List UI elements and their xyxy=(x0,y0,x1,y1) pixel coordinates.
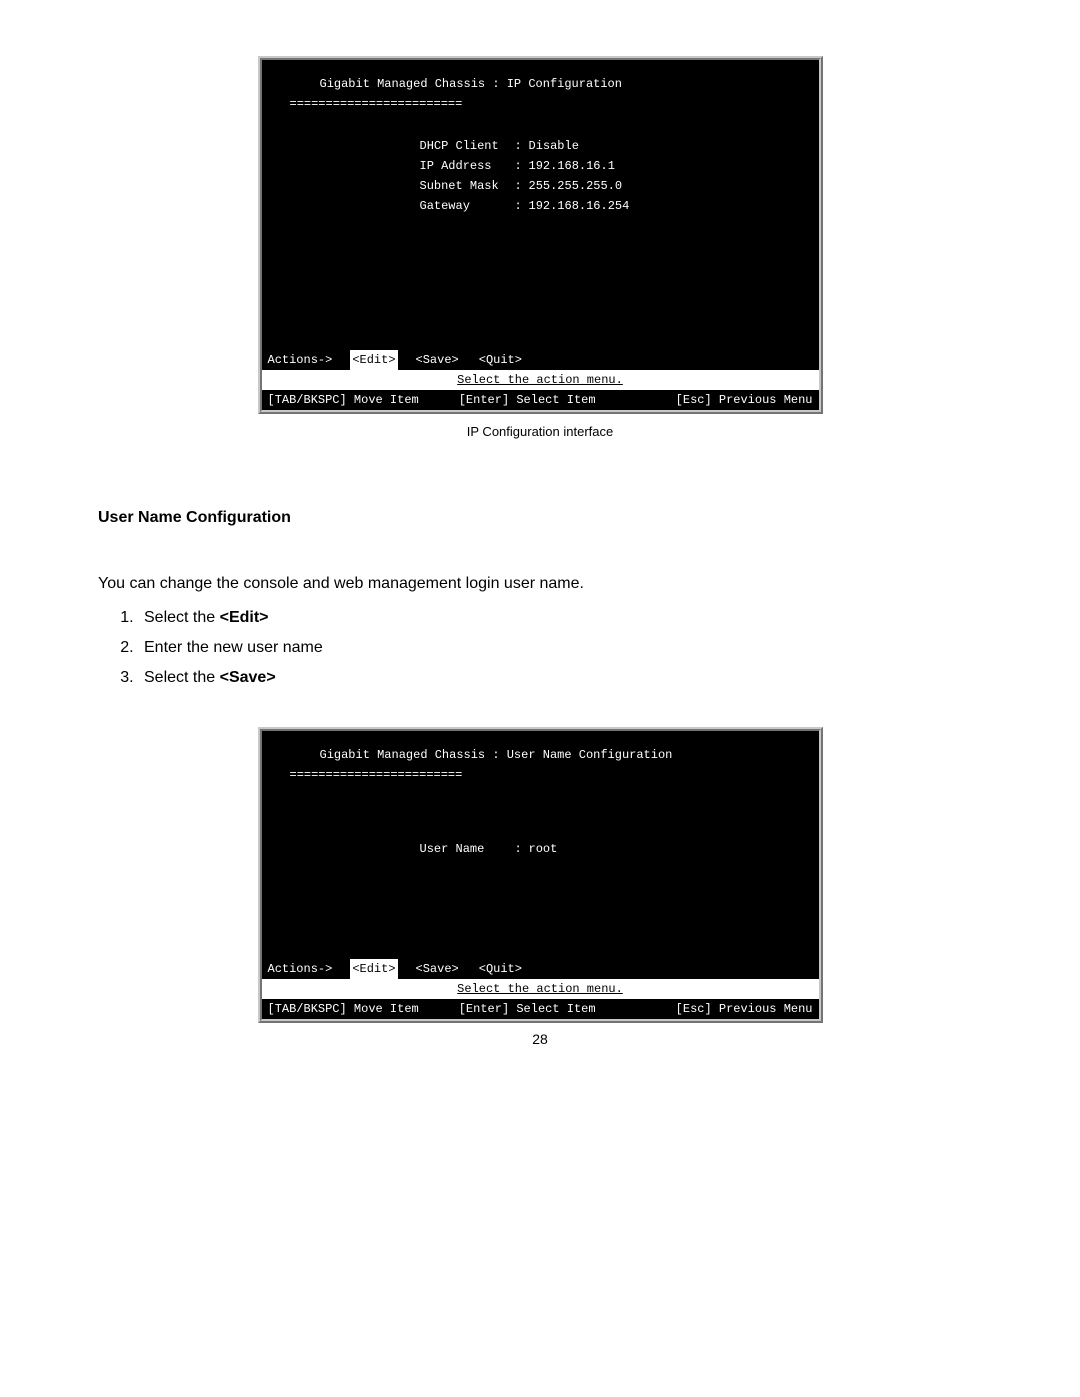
action-hint: Select the action menu. xyxy=(262,979,819,999)
terminal-title: Gigabit Managed Chassis : User Name Conf… xyxy=(270,745,811,765)
action-row-buttons: Actions-> <Edit> <Save> <Quit> xyxy=(262,350,819,370)
field-label: Subnet Mask xyxy=(420,176,515,196)
footer-select-item: [Enter] Select Item xyxy=(419,999,676,1019)
footer-prev-menu: [Esc] Previous Menu xyxy=(676,999,813,1019)
edit-button[interactable]: <Edit> xyxy=(350,959,397,979)
action-footer: [TAB/BKSPC] Move Item [Enter] Select Ite… xyxy=(262,999,819,1019)
step-3-bold: <Save> xyxy=(220,669,276,686)
steps-list: Select the <Edit> Enter the new user nam… xyxy=(98,603,982,693)
field-gateway: Gateway : 192.168.16.254 xyxy=(270,196,811,216)
section-paragraph: You can change the console and web manag… xyxy=(98,569,982,599)
terminal-body: Gigabit Managed Chassis : User Name Conf… xyxy=(262,731,819,959)
save-button[interactable]: <Save> xyxy=(414,959,461,979)
field-separator: : xyxy=(515,839,529,859)
user-name-terminal: Gigabit Managed Chassis : User Name Conf… xyxy=(258,727,823,1023)
field-subnet-mask: Subnet Mask : 255.255.255.0 xyxy=(270,176,811,196)
step-1: Select the <Edit> xyxy=(138,603,982,633)
ip-config-fields: DHCP Client : Disable IP Address : 192.1… xyxy=(270,136,811,216)
user-name-fields: User Name : root xyxy=(270,839,811,859)
terminal-action-bar: Actions-> <Edit> <Save> <Quit> Select th… xyxy=(262,959,819,1019)
terminal-action-bar: Actions-> <Edit> <Save> <Quit> Select th… xyxy=(262,350,819,410)
save-button[interactable]: <Save> xyxy=(414,350,461,370)
section-heading-user-name-config: User Name Configuration xyxy=(98,509,982,527)
document-page: Gigabit Managed Chassis : IP Configurati… xyxy=(0,0,1080,1397)
field-value: 192.168.16.254 xyxy=(529,196,630,216)
terminal-title: Gigabit Managed Chassis : IP Configurati… xyxy=(270,74,811,94)
page-number: 28 xyxy=(98,1031,982,1047)
field-separator: : xyxy=(515,196,529,216)
quit-button[interactable]: <Quit> xyxy=(477,959,524,979)
edit-button[interactable]: <Edit> xyxy=(350,350,397,370)
action-hint: Select the action menu. xyxy=(262,370,819,390)
field-ip-address: IP Address : 192.168.16.1 xyxy=(270,156,811,176)
action-footer: [TAB/BKSPC] Move Item [Enter] Select Ite… xyxy=(262,390,819,410)
field-value: 255.255.255.0 xyxy=(529,176,623,196)
field-label: IP Address xyxy=(420,156,515,176)
field-separator: : xyxy=(515,176,529,196)
action-row-buttons: Actions-> <Edit> <Save> <Quit> xyxy=(262,959,819,979)
field-separator: : xyxy=(515,136,529,156)
terminal-body: Gigabit Managed Chassis : IP Configurati… xyxy=(262,60,819,350)
step-1-bold: <Edit> xyxy=(220,609,269,626)
footer-move-item: [TAB/BKSPC] Move Item xyxy=(268,390,419,410)
field-value: Disable xyxy=(529,136,579,156)
step-2: Enter the new user name xyxy=(138,633,982,663)
field-value: 192.168.16.1 xyxy=(529,156,615,176)
footer-move-item: [TAB/BKSPC] Move Item xyxy=(268,999,419,1019)
field-value: root xyxy=(529,839,558,859)
quit-button[interactable]: <Quit> xyxy=(477,350,524,370)
footer-select-item: [Enter] Select Item xyxy=(419,390,676,410)
field-label: Gateway xyxy=(420,196,515,216)
field-label: User Name xyxy=(420,839,515,859)
user-name-terminal-wrap: Gigabit Managed Chassis : User Name Conf… xyxy=(98,727,982,1023)
field-dhcp-client: DHCP Client : Disable xyxy=(270,136,811,156)
terminal-title-underline: ======================== xyxy=(270,765,811,785)
ip-config-caption: IP Configuration interface xyxy=(98,424,982,439)
actions-label: Actions-> xyxy=(268,959,333,979)
field-label: DHCP Client xyxy=(420,136,515,156)
ip-config-terminal: Gigabit Managed Chassis : IP Configurati… xyxy=(258,56,823,414)
step-3: Select the <Save> xyxy=(138,663,982,693)
step-3-text: Select the xyxy=(144,669,220,686)
step-1-text: Select the xyxy=(144,609,220,626)
field-separator: : xyxy=(515,156,529,176)
field-user-name: User Name : root xyxy=(270,839,811,859)
footer-prev-menu: [Esc] Previous Menu xyxy=(676,390,813,410)
terminal-title-underline: ======================== xyxy=(270,94,811,114)
actions-label: Actions-> xyxy=(268,350,333,370)
